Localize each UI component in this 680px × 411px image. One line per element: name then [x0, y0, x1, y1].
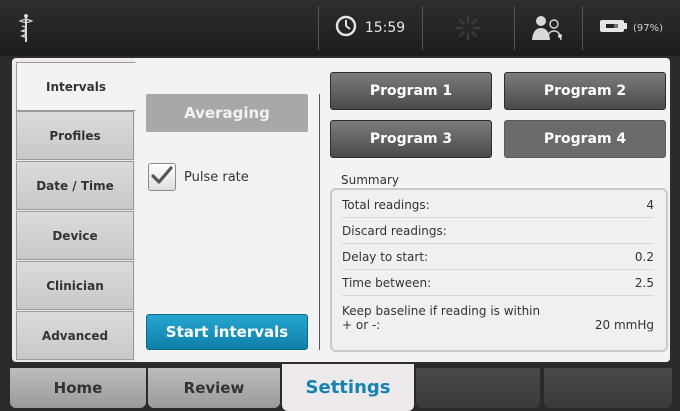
time-between-label: Time between: [342, 275, 432, 290]
caduceus-icon [0, 0, 52, 56]
clock-icon [335, 15, 357, 41]
status-bar: 15:59 (97%) [0, 0, 680, 56]
start-intervals-button[interactable]: Start intervals [146, 314, 308, 350]
summary-row-baseline: Keep baseline if reading is within + or … [342, 296, 654, 336]
summary-title: Summary [341, 173, 399, 187]
tab-device[interactable]: Device [16, 211, 134, 260]
tab-advanced[interactable]: Advanced [16, 311, 134, 360]
settings-panel: Intervals Profiles Date / Time Device Cl… [10, 56, 672, 364]
nav-tab-home[interactable]: Home [10, 368, 146, 408]
baseline-value: 20 mmHg [594, 318, 654, 332]
time-between-value: 2.5 [634, 275, 654, 290]
nav-tab-empty [544, 368, 672, 408]
baseline-label-line2: + or -: [342, 318, 381, 332]
nav-tab-settings[interactable]: Settings [282, 364, 414, 411]
summary-row: Delay to start: 0.2 [342, 244, 654, 270]
program-4-button[interactable]: Program 4 [504, 120, 666, 158]
summary-row: Total readings: 4 [342, 192, 654, 218]
summary-row: Discard readings: [342, 218, 654, 244]
delay-to-start-label: Delay to start: [342, 249, 429, 264]
program-3-button[interactable]: Program 3 [330, 120, 492, 158]
delay-to-start-value: 0.2 [634, 249, 654, 264]
program-1-button[interactable]: Program 1 [330, 72, 492, 110]
clinician-patient-icon[interactable] [514, 0, 582, 56]
pulse-rate-label: Pulse rate [184, 170, 249, 185]
summary-box: Total readings: 4 Discard readings: Dela… [330, 188, 668, 352]
battery-area: (97%) [582, 0, 680, 56]
section-divider [319, 94, 320, 350]
discard-readings-label: Discard readings: [342, 223, 447, 238]
clock-area[interactable]: 15:59 [318, 0, 422, 56]
pulse-rate-checkbox[interactable] [148, 163, 176, 191]
summary-row: Time between: 2.5 [342, 270, 654, 296]
activity-spinner-icon [422, 0, 514, 56]
baseline-label-line1: Keep baseline if reading is within [342, 304, 541, 318]
battery-plug-icon [599, 18, 629, 38]
program-2-button[interactable]: Program 2 [504, 72, 666, 110]
total-readings-label: Total readings: [342, 197, 430, 212]
nav-tab-empty [416, 368, 540, 408]
tab-profiles[interactable]: Profiles [16, 111, 134, 160]
nav-tab-review[interactable]: Review [148, 368, 280, 408]
battery-percent: (97%) [632, 22, 664, 34]
checkmark-icon [151, 165, 173, 189]
total-readings-value: 4 [646, 197, 654, 212]
tab-intervals[interactable]: Intervals [16, 62, 136, 111]
tab-clinician[interactable]: Clinician [16, 261, 134, 310]
clock-time: 15:59 [364, 20, 406, 36]
bottom-nav: Home Review Settings [0, 364, 680, 411]
averaging-button[interactable]: Averaging [146, 94, 308, 132]
tab-date-time[interactable]: Date / Time [16, 161, 134, 210]
